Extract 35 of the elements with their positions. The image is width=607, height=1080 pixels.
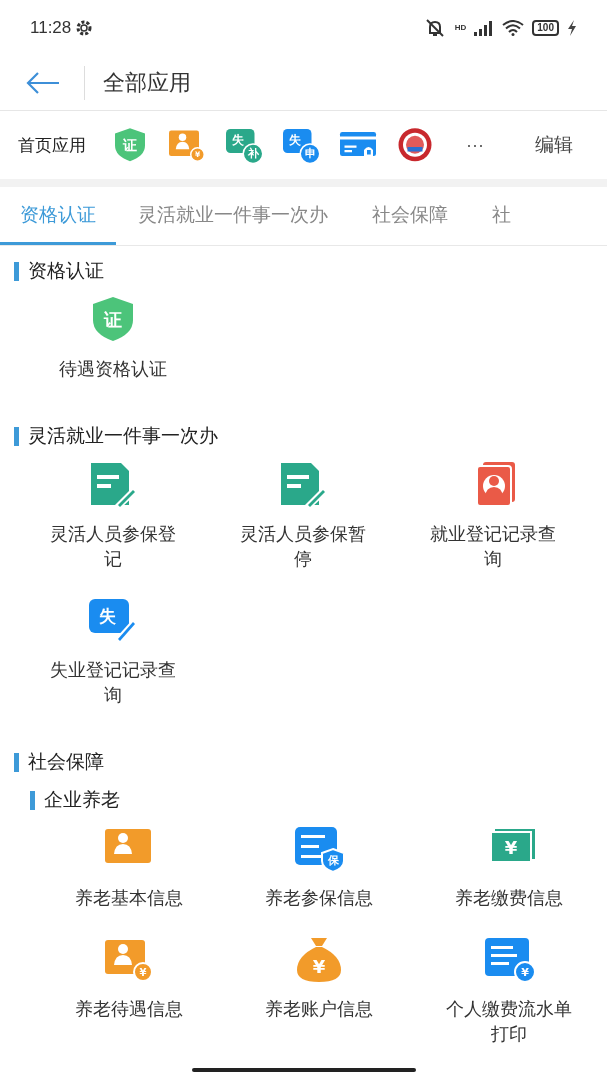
tab[interactable]: 社 [470,187,533,245]
wifi-icon [502,19,525,36]
app-item[interactable]: 灵活人员参保登记 [18,459,208,595]
more-button[interactable]: ··· [452,134,498,156]
tab[interactable]: 灵活就业一件事一次办 [116,187,350,245]
app-item[interactable]: 保 养老参保信息 [224,823,414,934]
section-title: 灵活就业一件事一次办 [28,423,218,448]
home-apps-label: 首页应用 [18,133,86,157]
app-item[interactable]: 灵活人员参保暂停 [208,459,398,595]
battery-level: 100 [532,19,559,36]
app-item[interactable]: ¥ 养老待遇信息 [34,934,224,1070]
subsection-title: 企业养老 [44,787,120,812]
accent-bar [14,426,19,446]
accent-bar [30,790,35,810]
app-item[interactable]: 失 失业登记记录查询 [18,595,208,731]
app-item[interactable]: 就业登记记录查询 [398,459,588,595]
page-title: 全部应用 [103,68,191,97]
back-icon [26,71,60,94]
clock: 11:28 [30,17,72,38]
app-item[interactable]: 养老基本信息 [34,823,224,934]
app-item[interactable]: ¥ 养老缴费信息 [414,823,604,934]
network-label: HD [454,23,467,32]
back-button[interactable] [26,71,60,94]
app-item[interactable]: ¥ 养老账户信息 [224,934,414,1070]
section-title: 资格认证 [28,258,104,283]
accent-bar [14,752,19,772]
tab[interactable]: 社会保障 [350,187,470,245]
section-title: 社会保障 [28,749,104,774]
signal-icon [474,19,495,36]
settings-icon [75,18,94,37]
app-item[interactable]: 证 待遇资格认证 [18,294,208,405]
accent-bar [14,261,19,281]
app-item[interactable]: ¥ 个人缴费流水单打印 [414,934,604,1070]
charging-icon [567,19,577,36]
edit-button[interactable]: 编辑 [535,132,589,158]
